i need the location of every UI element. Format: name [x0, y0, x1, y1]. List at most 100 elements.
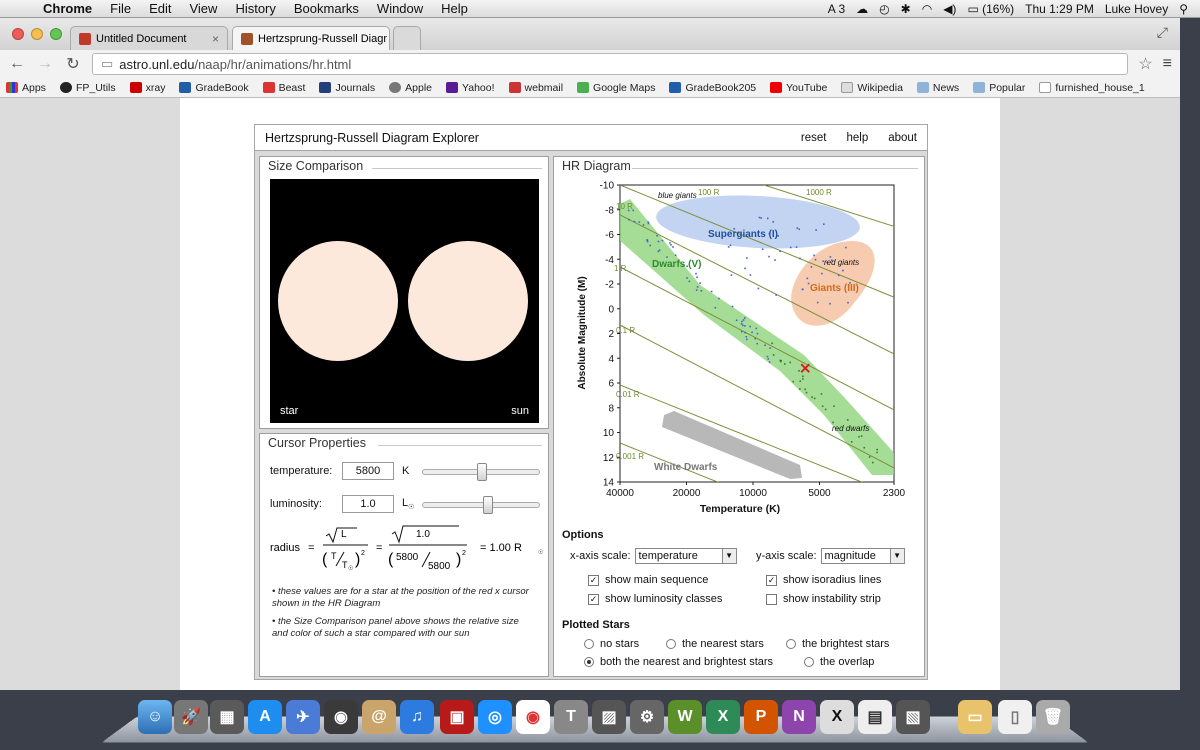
luminosity-slider[interactable]: [422, 496, 540, 514]
bookmark-google-maps[interactable]: Google Maps: [577, 82, 655, 94]
show-luminosity-classes-checkbox[interactable]: ✓ show luminosity classes: [588, 593, 722, 605]
reset-link[interactable]: reset: [801, 132, 827, 144]
calculator-icon[interactable]: ▤: [858, 700, 892, 734]
checkbox-box[interactable]: ✓: [588, 593, 599, 605]
excel-icon[interactable]: X: [706, 700, 740, 734]
iphoto-icon[interactable]: ▧: [896, 700, 930, 734]
safari-icon[interactable]: ◎: [478, 700, 512, 734]
menu-history[interactable]: History: [226, 1, 284, 16]
checkbox-box[interactable]: ✓: [766, 574, 777, 586]
radio-circle[interactable]: [584, 657, 594, 667]
user-name[interactable]: Luke Hovey: [1105, 2, 1168, 16]
zoom-window-button[interactable]: [50, 28, 62, 40]
radio-circle[interactable]: [666, 639, 676, 649]
bookmark-journals[interactable]: Journals: [319, 82, 375, 94]
new-tab-button[interactable]: [393, 26, 421, 50]
radio-no-stars[interactable]: no stars: [584, 638, 639, 650]
show-instability-strip-checkbox[interactable]: show instability strip: [766, 593, 881, 605]
radio-overlap[interactable]: the overlap: [804, 656, 874, 668]
volume-icon[interactable]: ◀): [943, 2, 956, 16]
chrome-icon[interactable]: ◉: [516, 700, 550, 734]
radio-brightest-stars[interactable]: the brightest stars: [786, 638, 889, 650]
menu-edit[interactable]: Edit: [140, 1, 180, 16]
close-window-button[interactable]: [12, 28, 24, 40]
reload-button[interactable]: ↻: [64, 54, 82, 74]
bookmark-youtube[interactable]: YouTube: [770, 82, 827, 94]
tab-hr-diagram[interactable]: Hertzsprung-Russell Diagr ×: [232, 26, 390, 50]
x11-icon[interactable]: X: [820, 700, 854, 734]
document-icon[interactable]: ▯: [998, 700, 1032, 734]
spotlight-icon[interactable]: ⚲: [1179, 2, 1188, 16]
bookmark-fp-utils[interactable]: FP_Utils: [59, 82, 116, 94]
bookmark-apple[interactable]: Apple: [389, 82, 432, 94]
address-bar[interactable]: ▭ astro.unl.edu/naap/hr/animations/hr.ht…: [92, 53, 1129, 75]
help-link[interactable]: help: [846, 132, 868, 144]
dashboard-icon[interactable]: ▦: [210, 700, 244, 734]
creative-cloud-icon[interactable]: ☁: [856, 2, 868, 16]
bookmark-apps[interactable]: Apps: [6, 82, 46, 94]
forward-button[interactable]: →: [36, 55, 54, 73]
menu-view[interactable]: View: [180, 1, 226, 16]
menu-app-name[interactable]: Chrome: [34, 1, 101, 16]
documents-folder-icon[interactable]: ▭: [958, 700, 992, 734]
temperature-slider-thumb[interactable]: [477, 463, 487, 481]
radio-circle[interactable]: [584, 639, 594, 649]
bookmark-beast[interactable]: Beast: [262, 82, 305, 94]
fullscreen-icon[interactable]: ⤢: [1157, 24, 1168, 41]
mail-icon[interactable]: ✈: [286, 700, 320, 734]
bookmark-star-icon[interactable]: ☆: [1138, 54, 1152, 74]
tab-untitled-document[interactable]: Untitled Document ×: [70, 26, 228, 50]
facetime-icon[interactable]: ◉: [324, 700, 358, 734]
app-store-icon[interactable]: A: [248, 700, 282, 734]
bookmark-wikipedia[interactable]: Wikipedia: [841, 82, 903, 94]
bluetooth-icon[interactable]: ✱: [901, 2, 911, 16]
bookmark-xray[interactable]: xray: [129, 82, 165, 94]
photo-booth-icon[interactable]: ▣: [440, 700, 474, 734]
word-icon[interactable]: W: [668, 700, 702, 734]
menu-bookmarks[interactable]: Bookmarks: [285, 1, 368, 16]
preview-icon[interactable]: ▨: [592, 700, 626, 734]
bookmark-news[interactable]: News: [916, 82, 959, 94]
itunes-icon[interactable]: ♫: [400, 700, 434, 734]
show-isoradius-lines-checkbox[interactable]: ✓ show isoradius lines: [766, 574, 881, 586]
about-link[interactable]: about: [888, 132, 917, 144]
bookmark-yahoo[interactable]: Yahoo!: [446, 82, 495, 94]
chrome-menu-icon[interactable]: ≡: [1163, 55, 1172, 73]
wifi-icon[interactable]: ◠: [922, 2, 932, 16]
bookmark-webmail[interactable]: webmail: [508, 82, 563, 94]
battery-status[interactable]: ▭ (16%): [967, 2, 1014, 16]
checkbox-box[interactable]: [766, 593, 777, 605]
bookmark-popular[interactable]: Popular: [973, 82, 1025, 94]
latex-icon[interactable]: T: [554, 700, 588, 734]
radio-nearest-stars[interactable]: the nearest stars: [666, 638, 764, 650]
powerpoint-icon[interactable]: P: [744, 700, 778, 734]
bookmark-furnished-house[interactable]: furnished_house_1: [1039, 82, 1145, 94]
menu-window[interactable]: Window: [368, 1, 432, 16]
checkbox-box[interactable]: ✓: [588, 574, 599, 586]
back-button[interactable]: ←: [8, 55, 26, 73]
minimize-window-button[interactable]: [31, 28, 43, 40]
clock[interactable]: Thu 1:29 PM: [1025, 2, 1094, 16]
menu-file[interactable]: File: [101, 1, 140, 16]
trash-icon[interactable]: 🗑: [1036, 700, 1070, 734]
radio-circle[interactable]: [804, 657, 814, 667]
finder-icon[interactable]: ☺: [138, 700, 172, 734]
temperature-slider[interactable]: [422, 463, 540, 481]
bookmark-gradebook205[interactable]: GradeBook205: [669, 82, 756, 94]
hr-diagram-chart[interactable]: blue giants Supergiants (I) red giants G…: [554, 175, 924, 533]
radio-circle[interactable]: [786, 639, 796, 649]
luminosity-input[interactable]: 1.0: [342, 495, 394, 513]
system-preferences-icon[interactable]: ⚙: [630, 700, 664, 734]
onenote-icon[interactable]: N: [782, 700, 816, 734]
bookmark-gradebook[interactable]: GradeBook: [179, 82, 249, 94]
y-axis-scale-select[interactable]: magnitude ▼: [820, 548, 905, 564]
launchpad-icon[interactable]: 🚀: [174, 700, 208, 734]
x-axis-scale-select[interactable]: temperature ▼: [634, 548, 737, 564]
notification-badge[interactable]: A 3: [828, 2, 845, 16]
contacts-icon[interactable]: @: [362, 700, 396, 734]
radio-nearest-and-brightest[interactable]: both the nearest and brightest stars: [584, 656, 773, 668]
luminosity-slider-thumb[interactable]: [483, 496, 493, 514]
time-machine-icon[interactable]: ◴: [879, 2, 889, 16]
menu-help[interactable]: Help: [432, 1, 477, 16]
show-main-sequence-checkbox[interactable]: ✓ show main sequence: [588, 574, 708, 586]
